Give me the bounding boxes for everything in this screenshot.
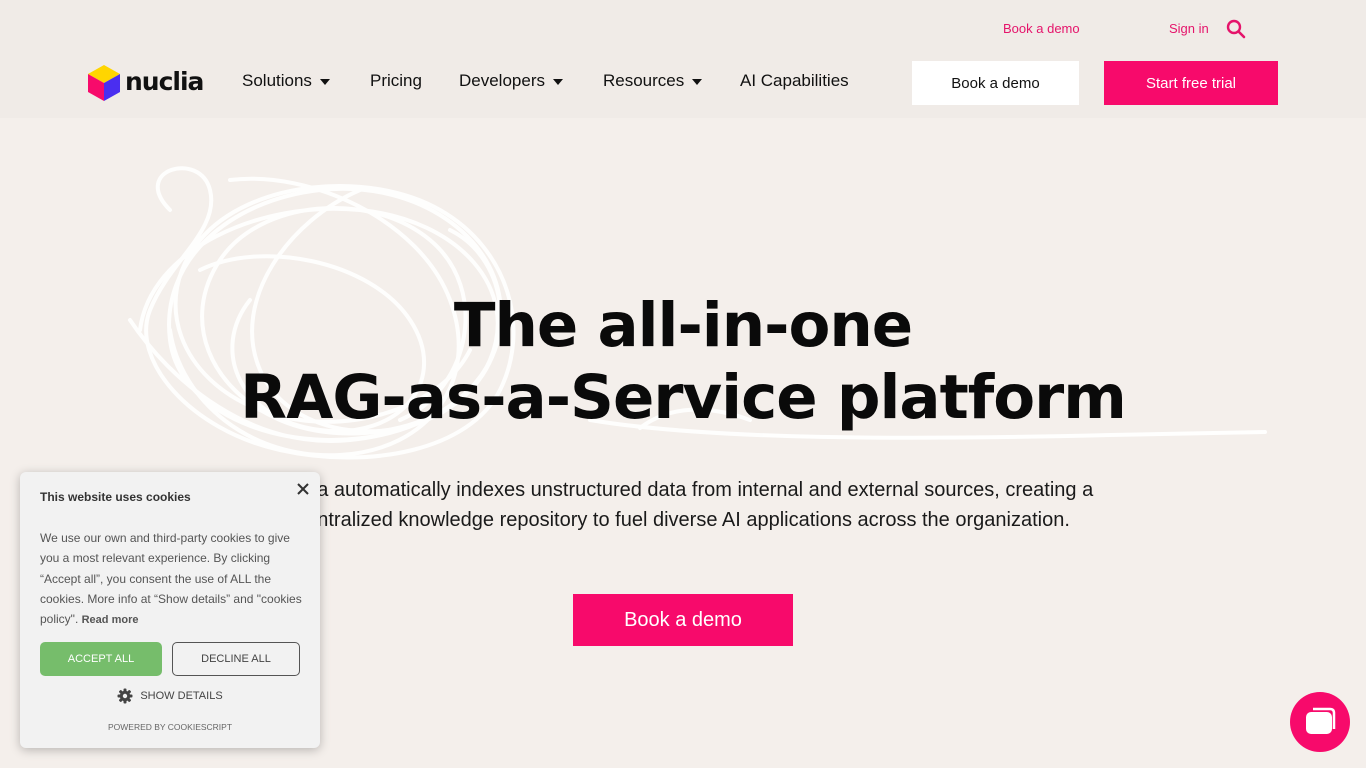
cookie-powered-by: POWERED BY COOKIESCRIPT: [107, 722, 233, 732]
cookie-title: This website uses cookies: [40, 490, 191, 504]
nav-developers-label: Developers: [459, 71, 545, 90]
hero-title: The all-in-one RAG-as-a-Service platform: [0, 290, 1366, 434]
cookie-read-more-link[interactable]: Read more: [82, 614, 139, 626]
nuclia-logo[interactable]: nuclia: [86, 63, 204, 103]
nav-ai-capabilities[interactable]: AI Capabilities: [740, 71, 849, 91]
nav-developers[interactable]: Developers: [459, 71, 563, 91]
hero-subtitle-line-2: centralized knowledge repository to fuel…: [296, 509, 1070, 531]
close-icon[interactable]: [294, 480, 312, 498]
book-demo-button[interactable]: Book a demo: [912, 61, 1079, 105]
decline-all-button[interactable]: DECLINE ALL: [172, 642, 300, 676]
cookie-description: We use our own and third-party cookies t…: [40, 528, 302, 630]
hero-subtitle-line-1: Nuclia automatically indexes unstructure…: [272, 479, 1094, 501]
nav-pricing[interactable]: Pricing: [370, 71, 422, 91]
logo-cube-icon: [88, 65, 120, 101]
utility-book-demo-link[interactable]: Book a demo: [1003, 21, 1080, 36]
nav-resources[interactable]: Resources: [603, 71, 703, 91]
show-details-label: SHOW DETAILS: [140, 690, 223, 702]
nav-solutions-label: Solutions: [242, 71, 312, 90]
caret-down-icon: [553, 79, 563, 85]
nav-solutions[interactable]: Solutions: [242, 71, 330, 91]
start-free-trial-button[interactable]: Start free trial: [1104, 61, 1278, 105]
caret-down-icon: [692, 79, 703, 85]
hero-title-line-2: RAG-as-a-Service platform: [240, 362, 1127, 433]
hero-subtitle: Nuclia automatically indexes unstructure…: [233, 475, 1133, 535]
hero-book-demo-button[interactable]: Book a demo: [573, 594, 793, 646]
hero-title-line-1: The all-in-one: [453, 290, 913, 361]
cookie-body-text: We use our own and third-party cookies t…: [40, 531, 302, 627]
nav-ai-capabilities-label: AI Capabilities: [740, 71, 849, 90]
accept-all-button[interactable]: ACCEPT ALL: [40, 642, 162, 676]
search-icon[interactable]: [1226, 19, 1246, 39]
nav-pricing-label: Pricing: [370, 71, 422, 90]
cookie-banner: This website uses cookies We use our own…: [20, 472, 320, 748]
sign-in-link[interactable]: Sign in: [1169, 21, 1209, 36]
nav-resources-label: Resources: [603, 71, 685, 90]
chat-widget-button[interactable]: [1290, 692, 1350, 752]
chat-icon: [1306, 707, 1336, 734]
caret-down-icon: [319, 79, 330, 85]
logo-wordmark: nuclia: [125, 66, 204, 96]
gear-icon: [117, 688, 133, 704]
show-details-button[interactable]: SHOW DETAILS: [20, 688, 320, 704]
